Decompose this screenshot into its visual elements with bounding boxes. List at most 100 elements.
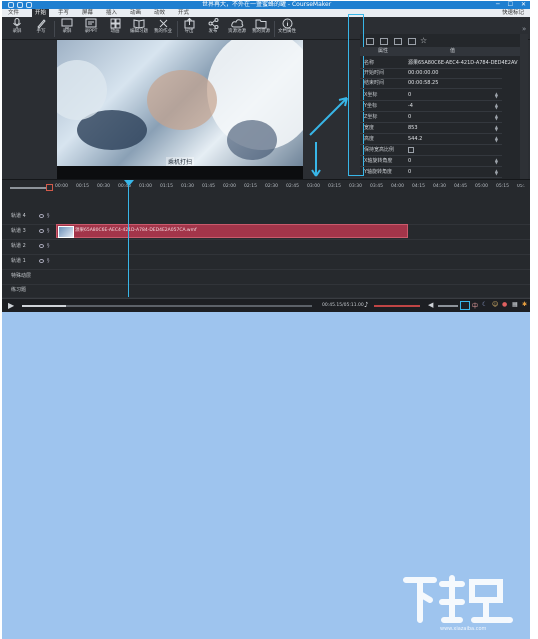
eye-icon[interactable] [39,229,44,233]
keep-ratio-checkbox[interactable] [408,147,414,153]
minimize-button[interactable]: ─ [496,1,500,9]
spin-arrows-icon: ▲ ▼ [494,91,498,99]
microphone-icon [13,18,21,29]
mic-tray-icon[interactable]: ● [502,301,507,308]
menu-handwrite[interactable]: 手写 [58,9,69,17]
edit-exercise-button[interactable]: 编辑习题 [128,18,150,39]
track-name: 练习题 [11,287,27,293]
quick-mark-link[interactable]: 快速标记 [502,9,524,17]
record-audio-button[interactable]: 录屏 [6,18,28,39]
volume-icon[interactable]: ◀ [428,301,433,309]
emoji-icon[interactable]: ☺ [492,301,498,308]
audio-level-meter [374,305,420,307]
playhead-handle[interactable] [124,180,134,186]
property-row-x-rotation[interactable]: X轴旋转角度 0 ▲ ▼ [360,156,502,167]
menu-bar: 文件 开始 手写 屏幕 插入 动画 动效 开式 快速标记 [2,9,530,17]
window-title: 世界再大，不外在一盏蜜蜂的罐 - CourseMaker [202,1,332,8]
property-row-z[interactable]: Z坐标 0 ▲ ▼ [360,112,502,123]
spin-arrows-icon: ▲ ▼ [494,135,498,143]
track-name: 轨道 3 [11,228,26,234]
record-ppt-button[interactable]: 录PPT [80,18,102,39]
record-screen-button[interactable]: 录屏 [56,18,78,39]
spin-arrows-icon: ▲ ▼ [494,157,498,165]
property-scrollbar[interactable] [520,34,528,179]
property-row-width[interactable]: 宽度 853 ▲ ▼ [360,123,502,134]
track-name: 轨道 4 [11,213,26,219]
menu-format[interactable]: 开式 [178,9,189,17]
camera-tab-icon[interactable] [408,38,416,45]
share-icon [208,18,218,29]
spin-arrows-icon: ▲ ▼ [494,113,498,121]
image-tab-icon[interactable] [380,38,388,45]
animation-button[interactable]: 动画 [104,18,126,39]
track-row[interactable]: 练习题 [2,283,530,299]
menu-insert[interactable]: 插入 [106,9,117,17]
zoom-slider[interactable] [10,187,46,189]
publish-button[interactable]: 发布 [202,18,224,39]
cloud-icon [230,19,243,28]
star-tab-icon[interactable]: ☆ [420,36,427,45]
volume-slider[interactable] [438,305,458,307]
property-row-height[interactable]: 高度 544.2 ▲ ▼ [360,134,502,145]
eye-icon[interactable] [39,214,44,218]
property-row-y[interactable]: Y坐标 -4 ▲ ▼ [360,101,502,112]
monitor-icon [61,18,73,29]
menu-screen[interactable]: 屏幕 [82,9,93,17]
download-site-watermark-logo [403,575,513,623]
redo-icon[interactable] [26,2,32,8]
keyboard-icon[interactable]: ▦ [512,301,518,308]
spin-arrows-icon: ▲ ▼ [494,168,498,176]
eye-icon[interactable] [39,259,44,263]
property-row-x[interactable]: X坐标 0 ▲ ▼ [360,90,502,101]
menu-effects[interactable]: 动效 [154,9,165,17]
export-icon [184,18,194,29]
property-row-y-rotation[interactable]: Y轴旋转角度 0 ▲ ▼ [360,167,502,178]
moon-icon[interactable]: ☾ [482,301,487,308]
ribbon-collapse-icon[interactable]: » [522,25,526,33]
clip-thumbnail [58,226,74,238]
track-name: 轨道 1 [11,258,26,264]
eye-icon[interactable] [39,244,44,248]
track-name: 轨道 2 [11,243,26,249]
screen-mode-button[interactable] [460,301,470,310]
track-row[interactable]: 轨道 4 § [2,209,530,225]
watermark-url: www.xiazaiba.com [440,626,487,632]
annotation-arrow [311,142,321,177]
spin-arrows-icon: ▲ ▼ [494,102,498,110]
input-method-icon[interactable]: 中 [472,301,478,310]
playhead[interactable] [128,181,129,297]
lock-icon[interactable]: § [47,209,50,224]
settings-icon[interactable]: ✱ [522,301,527,308]
track-row[interactable]: 轨道 2 § [2,239,530,255]
lock-icon[interactable]: § [47,224,50,239]
export-button[interactable]: 导出 [178,18,200,39]
lock-icon[interactable]: § [47,254,50,269]
document-properties-button[interactable]: 文档属性 [276,18,298,39]
menu-animation[interactable]: 动画 [130,9,141,17]
handwrite-button[interactable]: 手写 [30,18,52,39]
property-row-end-time[interactable]: 结束时间 00:00:58.25 [360,78,502,89]
timeline-clip[interactable]: 源果65A80C6E-AEC4-421D-A784-DED4E2A057CA.w… [56,224,408,238]
lock-icon[interactable]: § [47,239,50,254]
close-button[interactable]: ✕ [521,1,526,9]
my-homework-button[interactable]: 我的作业 [152,18,174,39]
microphone-icon[interactable]: ♪ [364,301,368,309]
title-bar: 世界再大，不外在一盏蜜蜂的罐 - CourseMaker ─ ☐ ✕ [2,1,530,9]
track-row[interactable]: 轨道 1 § [2,254,530,270]
maximize-button[interactable]: ☐ [508,1,513,9]
text-tab-icon[interactable] [394,38,402,45]
resource-pool-button[interactable]: 资源池源 [226,18,248,39]
property-row-keep-ratio[interactable]: 保持宽高比例 [360,145,502,156]
play-icon[interactable]: ▶ [8,301,14,310]
menu-file[interactable]: 文件 [8,9,19,17]
undo-icon[interactable] [17,2,23,8]
folder-tab-icon[interactable] [366,38,374,45]
preview-frame-image [57,40,303,166]
book-icon [133,19,145,29]
zoom-fit-button[interactable] [46,184,53,191]
my-resources-button[interactable]: 我的资源 [250,18,272,39]
grid-icon [110,18,120,29]
time-display: 00:45.15/05:11.00 [322,303,364,308]
menu-start[interactable]: 开始 [32,9,50,17]
progress-fill [22,305,66,307]
